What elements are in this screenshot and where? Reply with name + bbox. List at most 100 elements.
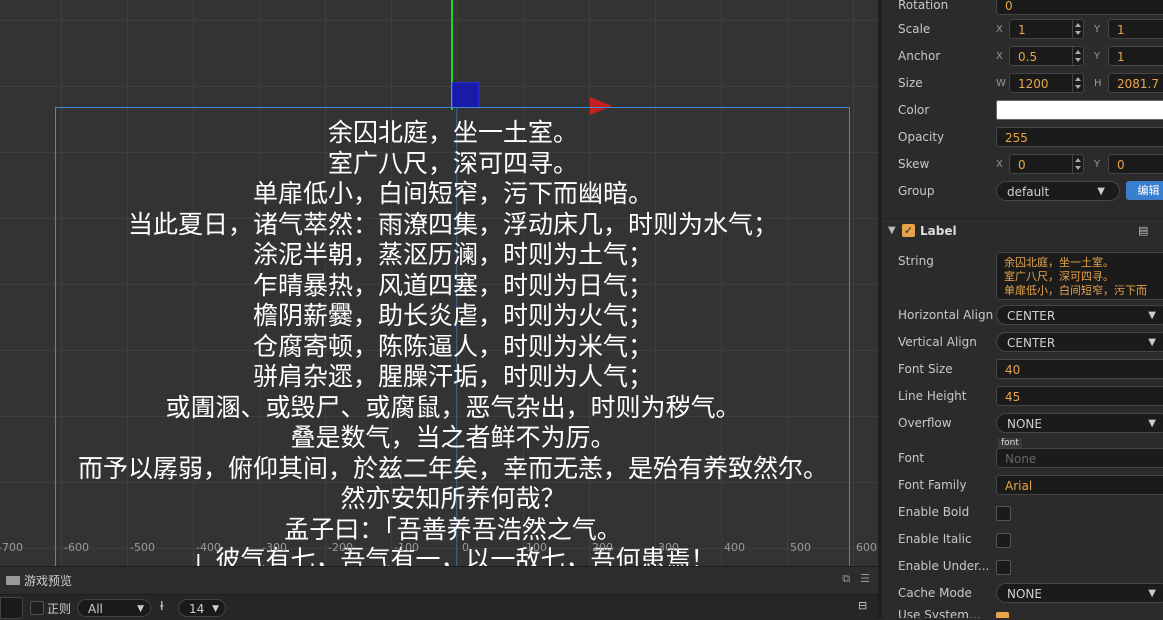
underline-row: Enable Under... [882,553,1163,580]
rotation-label: Rotation [898,0,949,12]
book-icon[interactable]: ▤ [1138,224,1148,237]
size-label: Size [898,76,923,90]
label-line: 余囚北庭，坐一土室。 [327,118,578,147]
chevron-down-icon: ▼ [1148,337,1156,348]
string-line: 余囚北庭，坐一土室。 [1004,256,1114,269]
scale-row: Scale X 1 Y 1 [882,16,1163,43]
skew-x-input[interactable]: 0 [1009,154,1084,174]
scene-view[interactable]: 余囚北庭，坐一土室。 室广八尺，深可四寻。 单扉低小，白间短窄，污下而幽暗。 当… [0,0,878,566]
axis-x-label: X [996,159,1003,170]
opacity-input[interactable]: 255 [996,127,1163,147]
game-preview-panel: 游戏预览 ⧉ ☰ 正则 All ▼ Ɨ 14 ▼ ⊟ [0,566,878,620]
bold-label: Enable Bold [898,505,970,519]
fontfamily-input[interactable]: Arial [996,475,1163,495]
edit-group-button[interactable]: 编辑 [1126,181,1163,200]
font-size-select[interactable]: 14 ▼ [178,599,226,617]
color-swatch[interactable] [996,100,1163,120]
fontsize-label: Font Size [898,362,953,376]
bold-checkbox[interactable] [996,506,1011,521]
group-select[interactable]: default ▼ [996,181,1120,201]
skew-y-input[interactable]: 0 [1108,154,1163,174]
ruler-tick: -300 [262,541,287,554]
font-label: Font [898,451,925,465]
group-label: Group [898,184,935,198]
ruler-tick: 100 [526,541,547,554]
group-value: default [1007,185,1050,199]
tab-game-preview[interactable]: 游戏预览 [6,572,72,589]
label-line: 仓腐寄顿，陈陈逼人，时则为米气； [252,331,653,361]
usesystem-row: Use System... [882,604,1163,618]
chevron-down-icon: ▼ [1097,186,1105,197]
label-line: 骈肩杂遝，腥臊汗垢，时则为人气； [252,362,653,391]
usesystem-checkbox[interactable] [996,612,1009,618]
axis-x-label: X [996,24,1003,35]
scale-x-input[interactable]: 1 [1009,19,1084,39]
log-filter-select[interactable]: All ▼ [77,599,151,617]
label-line: 单扉低小，白间短窄，污下而幽暗。 [252,179,653,208]
underline-checkbox[interactable] [996,560,1011,575]
string-textarea[interactable]: 余囚北庭，坐一土室。 室广八尺，深可四寻。 单扉低小，白间短窄，污下而 [996,252,1163,300]
axis-y-label: Y [1094,159,1101,170]
font-row: font Font None [882,436,1163,470]
maximize-icon[interactable]: ⧉ [842,572,850,586]
opacity-label: Opacity [898,130,945,144]
ruler-tick: -700 [0,541,23,554]
collapse-icon[interactable]: ⊟ [858,599,867,612]
inspector-panel: Rotation 0 Scale X 1 Y 1 Anchor X 0.5 Y … [878,0,1163,618]
chevron-down-icon: ▼ [137,604,144,614]
fontsize-input[interactable]: 40 [996,359,1163,379]
halign-select[interactable]: CENTER ▼ [996,305,1163,325]
overflow-row: Overflow NONE ▼ [882,410,1163,437]
cachemode-select[interactable]: NONE ▼ [996,583,1163,603]
rotation-input[interactable]: 0 [996,0,1163,15]
cachemode-row: Cache Mode NONE ▼ [882,580,1163,607]
label-line: 涂泥半朝，蒸沤历澜，时则为土气； [252,240,653,269]
menu-icon[interactable]: ☰ [860,572,870,586]
label-line: 叠是数气，当之者鲜不为厉。 [290,423,616,452]
lineheight-input[interactable]: 45 [996,386,1163,406]
anchor-y-input[interactable]: 1 [1108,46,1163,66]
ruler-tick: 0 [462,541,469,554]
opacity-row: Opacity 255 [882,124,1163,151]
fontsize-row: Font Size 40 [882,356,1163,383]
halign-row: Horizontal Align CENTER ▼ [882,302,1163,329]
ruler-tick: -600 [64,541,89,554]
chevron-down-icon: ▼ [1148,418,1156,429]
axis-h-label: H [1094,78,1102,89]
component-title: Label [920,224,957,238]
font-asset-input[interactable]: None [996,448,1163,468]
italic-checkbox[interactable] [996,533,1011,548]
color-label: Color [898,103,930,117]
anchor-x-input[interactable]: 0.5 [1009,46,1084,66]
chevron-down-icon: ▼ [1148,310,1156,321]
clear-button[interactable] [0,597,23,619]
stepper-icon[interactable] [1072,47,1083,65]
collapse-arrow-icon[interactable]: ▼ [888,225,896,236]
preview-toolbar: 正则 All ▼ Ɨ 14 ▼ ⊟ [0,594,878,620]
regex-checkbox[interactable] [30,601,44,615]
italic-row: Enable Italic [882,526,1163,553]
scale-y-input[interactable]: 1 [1108,19,1163,39]
font-size-icon: Ɨ [160,599,164,613]
fontfamily-row: Font Family Arial [882,472,1163,499]
move-handle-icon[interactable] [452,82,479,108]
overflow-select[interactable]: NONE ▼ [996,413,1163,433]
stepper-icon[interactable] [1072,74,1083,92]
valign-select[interactable]: CENTER ▼ [996,332,1163,352]
size-h-input[interactable]: 2081.7 [1108,73,1163,93]
size-row: Size W 1200 H 2081.7 [882,70,1163,97]
size-w-input[interactable]: 1200 [1009,73,1084,93]
label-component-header[interactable]: ▼ ✓ Label ▤ [882,218,1163,245]
stepper-icon[interactable] [1072,20,1083,38]
stepper-icon[interactable] [1072,155,1083,173]
enable-component-checkbox[interactable]: ✓ [902,224,915,237]
label-line: 当此夏日，诸气萃然：雨潦四集，浮动床几，时则为水气； [127,209,778,239]
regex-label: 正则 [47,602,72,616]
anchor-row: Anchor X 0.5 Y 1 [882,43,1163,70]
ruler-tick: 300 [658,541,679,554]
bold-row: Enable Bold [882,499,1163,526]
anchor-label: Anchor [898,49,941,63]
label-line: 然亦安知所养何哉？ [340,484,566,513]
label-node-text[interactable]: 余囚北庭，坐一土室。 室广八尺，深可四寻。 单扉低小，白间短窄，污下而幽暗。 当… [0,118,878,566]
tab-label: 游戏预览 [24,574,73,588]
